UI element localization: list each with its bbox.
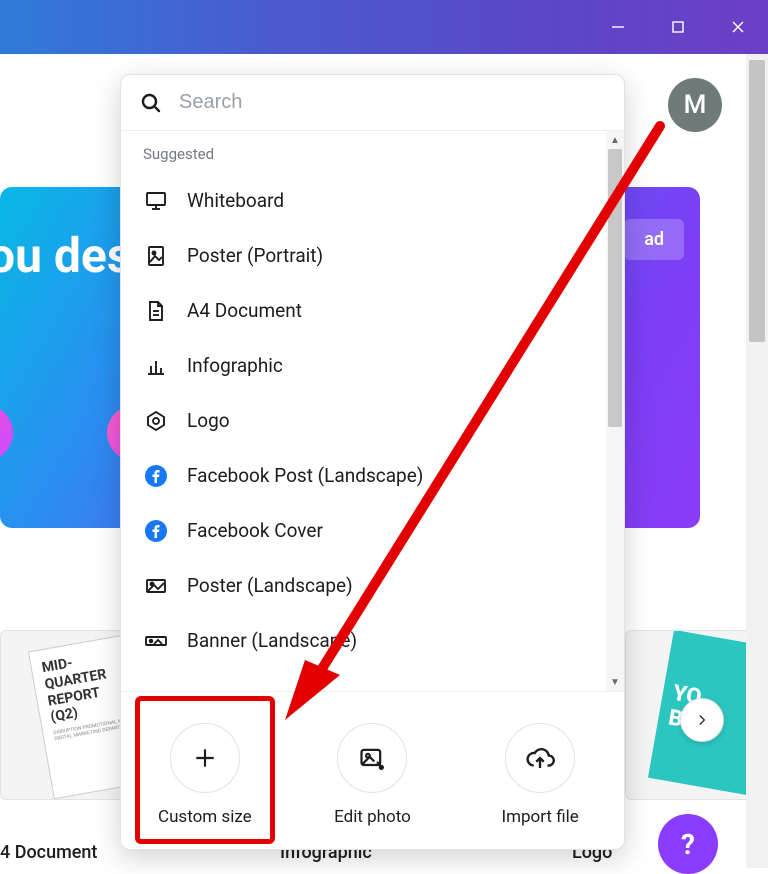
chart-icon — [143, 353, 169, 379]
suggestion-facebook-post[interactable]: Facebook Post (Landscape) — [121, 448, 606, 503]
plus-icon — [170, 723, 240, 793]
banner-icon — [143, 628, 169, 654]
scroll-up-icon[interactable]: ▲ — [606, 131, 624, 149]
suggestion-label: A4 Document — [187, 299, 302, 322]
thumb-scroll-next-button[interactable] — [680, 698, 724, 742]
dropdown-scrollbar-handle[interactable] — [608, 149, 622, 427]
whiteboard-icon — [143, 188, 169, 214]
hero-tile-social[interactable]: dia — [0, 405, 40, 490]
photo-edit-icon — [337, 723, 407, 793]
hexagon-icon — [143, 408, 169, 434]
suggestion-label: Logo — [187, 409, 230, 432]
facebook-icon — [143, 463, 169, 489]
suggestion-infographic[interactable]: Infographic — [121, 338, 606, 393]
window-close-button[interactable] — [708, 0, 768, 54]
image-icon — [143, 573, 169, 599]
suggestions-list: Suggested Whiteboard Poster (Portrait) A… — [121, 131, 606, 691]
page-scrollbar[interactable] — [746, 54, 768, 868]
dropdown-bottom-actions: Custom size Edit photo Import file — [121, 691, 624, 849]
window-titlebar — [0, 0, 768, 54]
action-label: Custom size — [158, 807, 252, 827]
suggestion-label: Infographic — [187, 354, 283, 377]
thumb-label: 4 Document — [0, 842, 97, 863]
dropdown-scrollbar[interactable]: ▲ ▼ — [606, 131, 624, 691]
suggestion-whiteboard[interactable]: Whiteboard — [121, 173, 606, 228]
facebook-icon — [143, 518, 169, 544]
search-icon — [139, 91, 163, 115]
suggestion-banner-landscape[interactable]: Banner (Landscape) — [121, 613, 606, 668]
suggestion-label: Poster (Portrait) — [187, 244, 323, 267]
hero-upload-button[interactable]: ad — [624, 219, 684, 260]
page-scrollbar-handle[interactable] — [749, 60, 765, 342]
suggestion-label: Facebook Post (Landscape) — [187, 464, 423, 487]
suggestions-heading: Suggested — [121, 139, 606, 173]
suggestion-facebook-cover[interactable]: Facebook Cover — [121, 503, 606, 558]
edit-photo-button[interactable]: Edit photo — [297, 723, 447, 827]
help-fab-button[interactable]: ? — [658, 814, 718, 874]
cloud-upload-icon — [505, 723, 575, 793]
document-icon — [143, 298, 169, 324]
scroll-down-icon[interactable]: ▼ — [606, 673, 624, 691]
import-file-button[interactable]: Import file — [465, 723, 615, 827]
suggestion-label: Facebook Cover — [187, 519, 323, 542]
suggestion-label: Poster (Landscape) — [187, 574, 353, 597]
window-maximize-button[interactable] — [648, 0, 708, 54]
suggestion-label: Banner (Landscape) — [187, 629, 357, 652]
suggestion-label: Whiteboard — [187, 189, 284, 212]
search-row — [121, 75, 624, 131]
suggestion-a4-document[interactable]: A4 Document — [121, 283, 606, 338]
action-label: Import file — [501, 807, 578, 827]
search-input[interactable] — [177, 90, 606, 115]
custom-size-button[interactable]: Custom size — [130, 723, 280, 827]
image-icon — [143, 243, 169, 269]
window-minimize-button[interactable] — [588, 0, 648, 54]
suggestion-logo[interactable]: Logo — [121, 393, 606, 448]
suggestion-poster-landscape[interactable]: Poster (Landscape) — [121, 558, 606, 613]
action-label: Edit photo — [334, 807, 411, 827]
suggestion-poster-portrait[interactable]: Poster (Portrait) — [121, 228, 606, 283]
social-icon — [0, 405, 13, 461]
search-dropdown-panel: Suggested Whiteboard Poster (Portrait) A… — [120, 74, 625, 850]
avatar[interactable]: M — [668, 78, 722, 132]
